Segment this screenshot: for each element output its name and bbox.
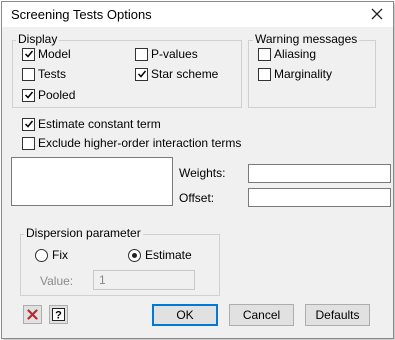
aliasing-checkbox-label: Aliasing — [274, 47, 317, 61]
pvalues-checkbox-box[interactable] — [135, 47, 148, 61]
close-icon[interactable] — [367, 4, 387, 24]
cancel-button[interactable]: Cancel — [229, 304, 294, 326]
model-checkbox-box[interactable] — [22, 47, 35, 61]
aliasing-checkbox-box[interactable] — [258, 47, 271, 61]
star-scheme-checkbox-box[interactable] — [135, 67, 148, 81]
red-x-icon — [27, 309, 38, 320]
tests-checkbox-label: Tests — [38, 67, 67, 81]
exclude-higher-order-checkbox-box[interactable] — [22, 136, 35, 150]
pooled-checkbox-label: Pooled — [38, 88, 76, 102]
terms-list-box[interactable] — [11, 157, 173, 206]
ok-button[interactable]: OK — [152, 304, 218, 326]
help-button[interactable]: ? — [49, 305, 68, 324]
screening-tests-options-dialog: Screening Tests Options Display Model Te… — [1, 1, 394, 339]
weights-label: Weights: — [179, 166, 226, 180]
offset-label: Offset: — [179, 191, 215, 205]
exclude-higher-order-checkbox[interactable]: Exclude higher-order interaction terms — [22, 136, 241, 150]
star-scheme-checkbox[interactable]: Star scheme — [135, 67, 218, 81]
title-bar: Screening Tests Options — [2, 2, 393, 27]
value-field[interactable]: 1 — [93, 270, 195, 290]
marginality-checkbox[interactable]: Marginality — [258, 67, 332, 81]
clear-button[interactable] — [23, 305, 42, 324]
weights-field[interactable] — [248, 164, 391, 183]
pooled-checkbox-box[interactable] — [22, 88, 35, 102]
pooled-checkbox[interactable]: Pooled — [22, 88, 75, 102]
estimate-radio[interactable]: Estimate — [128, 248, 192, 262]
star-scheme-checkbox-label: Star scheme — [151, 67, 219, 81]
pvalues-checkbox[interactable]: P-values — [135, 47, 198, 61]
pvalues-checkbox-label: P-values — [151, 47, 198, 61]
offset-field[interactable] — [248, 188, 391, 207]
dispersion-group-label: Dispersion parameter — [24, 226, 143, 240]
estimate-radio-circle[interactable] — [128, 248, 141, 262]
exclude-higher-order-checkbox-label: Exclude higher-order interaction terms — [38, 136, 242, 150]
warning-messages-group-label: Warning messages — [253, 32, 360, 46]
help-icon: ? — [52, 308, 65, 321]
marginality-checkbox-box[interactable] — [258, 67, 271, 81]
estimate-constant-checkbox-label: Estimate constant term — [38, 117, 161, 131]
model-checkbox-label: Model — [38, 47, 71, 61]
window-title: Screening Tests Options — [11, 7, 152, 22]
fix-radio[interactable]: Fix — [35, 248, 68, 262]
fix-radio-label: Fix — [52, 248, 68, 262]
fix-radio-circle[interactable] — [35, 248, 48, 262]
model-checkbox[interactable]: Model — [22, 47, 71, 61]
estimate-constant-checkbox-box[interactable] — [22, 117, 35, 131]
defaults-button[interactable]: Defaults — [305, 304, 370, 326]
aliasing-checkbox[interactable]: Aliasing — [258, 47, 316, 61]
marginality-checkbox-label: Marginality — [274, 67, 333, 81]
tests-checkbox[interactable]: Tests — [22, 67, 66, 81]
value-label: Value: — [40, 274, 74, 288]
estimate-constant-checkbox[interactable]: Estimate constant term — [22, 117, 161, 131]
svg-text:?: ? — [55, 310, 62, 322]
display-group-label: Display — [16, 32, 60, 46]
estimate-radio-label: Estimate — [145, 248, 192, 262]
tests-checkbox-box[interactable] — [22, 67, 35, 81]
